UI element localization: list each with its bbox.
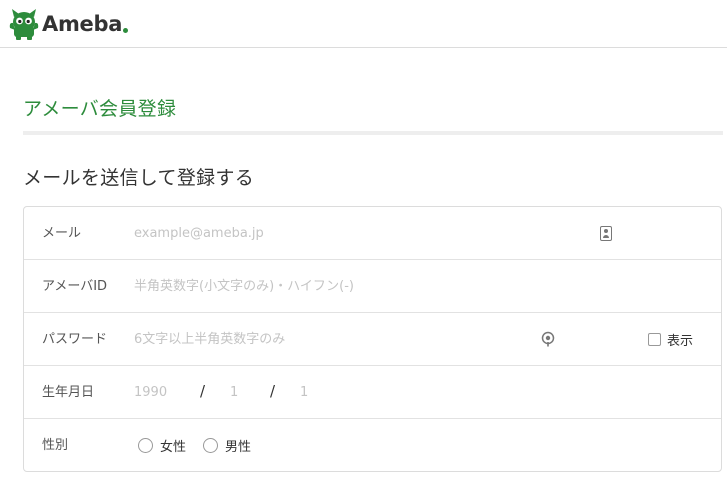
show-password-label: 表示 xyxy=(667,334,694,349)
email-label: メール xyxy=(42,226,82,241)
password-label: パスワード xyxy=(42,332,108,347)
gender-option-female[interactable]: 女性 xyxy=(138,436,186,455)
date-separator: / xyxy=(270,382,276,400)
ameba-logo[interactable]: Ameba xyxy=(9,6,129,42)
radio-button[interactable] xyxy=(203,438,219,453)
email-input[interactable]: example@ameba.jp xyxy=(134,207,264,260)
ameba-id-label: アメーバID xyxy=(42,279,108,294)
eye-icon[interactable] xyxy=(541,331,555,347)
ameba-id-row: アメーバID 半角英数字(小文字のみ)・ハイフン(-) xyxy=(24,260,721,313)
password-input[interactable]: 6文字以上半角英数字のみ xyxy=(134,313,285,366)
title-divider xyxy=(23,131,723,135)
radio-label-male: 男性 xyxy=(225,440,252,455)
birth-month-input[interactable]: 1 xyxy=(230,366,238,419)
contact-card-icon[interactable] xyxy=(600,226,612,241)
section-title: メールを送信して登録する xyxy=(23,167,255,189)
email-row: メール example@ameba.jp xyxy=(24,207,721,260)
gender-radio-group: 女性 男性 xyxy=(138,419,268,472)
logo-text: Ameba xyxy=(42,12,123,36)
ameba-id-input[interactable]: 半角英数字(小文字のみ)・ハイフン(-) xyxy=(134,260,354,313)
date-separator: / xyxy=(200,382,206,400)
birth-day-input[interactable]: 1 xyxy=(300,366,308,419)
ameba-monster-icon xyxy=(9,9,39,40)
page-title: アメーバ会員登録 xyxy=(23,98,177,120)
gender-label: 性別 xyxy=(42,438,69,453)
gender-row: 性別 女性 男性 xyxy=(24,419,721,472)
header: Ameba xyxy=(0,0,727,48)
birthday-label: 生年月日 xyxy=(42,385,95,400)
registration-form: メール example@ameba.jp アメーバID 半角英数字(小文字のみ)… xyxy=(23,206,722,472)
logo-dot xyxy=(123,27,129,33)
show-password-checkbox[interactable] xyxy=(648,333,661,346)
radio-button[interactable] xyxy=(138,438,153,453)
birthday-row: 生年月日 1990 / 1 / 1 xyxy=(24,366,721,419)
birth-year-input[interactable]: 1990 xyxy=(134,366,167,419)
password-row: パスワード 6文字以上半角英数字のみ 表示 xyxy=(24,313,721,366)
show-password-toggle[interactable]: 表示 xyxy=(648,313,693,366)
radio-label-female: 女性 xyxy=(160,440,187,455)
gender-option-male[interactable]: 男性 xyxy=(203,436,251,455)
